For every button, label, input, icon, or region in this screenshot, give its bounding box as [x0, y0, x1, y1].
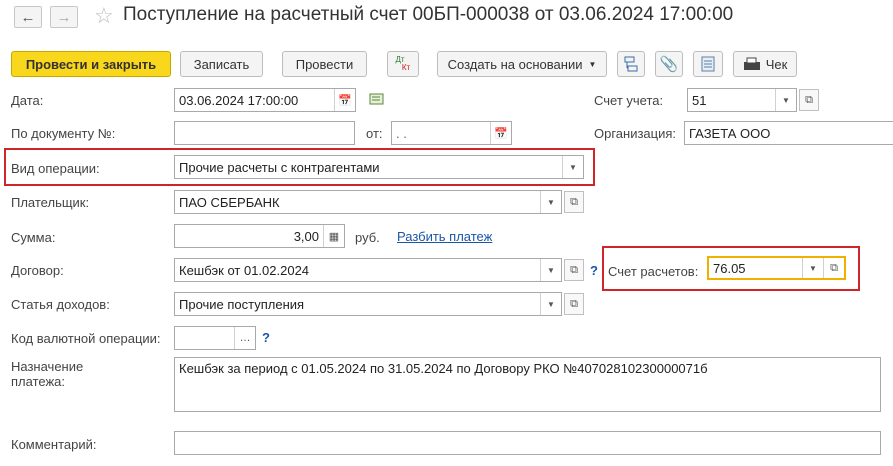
- from-date-field[interactable]: . . 📅: [391, 121, 512, 145]
- income-value: Прочие поступления: [179, 296, 305, 312]
- sum-value: 3,00: [293, 228, 319, 244]
- date-label: Дата:: [11, 93, 44, 108]
- receipt-button[interactable]: Чек: [733, 51, 797, 77]
- contract-field[interactable]: Кешбэк от 01.02.2024 ▼: [174, 258, 562, 282]
- from-label: от:: [366, 126, 383, 141]
- chevron-down-icon[interactable]: ▼: [562, 156, 583, 178]
- settlement-label: Счет расчетов:: [608, 264, 699, 279]
- paperclip-icon: 📎: [659, 56, 679, 73]
- account-label: Счет учета:: [594, 93, 664, 108]
- date-value: 03.06.2024 17:00:00: [179, 92, 299, 108]
- purpose-label-line2: платежа:: [11, 374, 65, 389]
- save-button[interactable]: Записать: [180, 51, 263, 77]
- income-label: Статья доходов:: [11, 297, 110, 312]
- cash-register-icon: [743, 57, 760, 70]
- from-date-value: . .: [396, 125, 407, 141]
- dt-kt-button[interactable]: Дт Кт: [387, 51, 419, 77]
- ellipsis-icon[interactable]: …: [234, 327, 255, 349]
- comment-field[interactable]: [174, 431, 881, 455]
- back-button[interactable]: ←: [14, 6, 42, 28]
- contract-label: Договор:: [11, 263, 64, 278]
- chevron-down-icon[interactable]: ▼: [540, 259, 561, 281]
- open-icon[interactable]: ⧉: [564, 191, 584, 213]
- sum-label: Сумма:: [11, 230, 56, 245]
- post-and-close-button[interactable]: Провести и закрыть: [11, 51, 171, 77]
- report-button[interactable]: [693, 51, 723, 77]
- chevron-down-icon[interactable]: ▼: [540, 191, 561, 213]
- sticky-note-icon[interactable]: [369, 93, 385, 110]
- payer-field[interactable]: ПАО СБЕРБАНК ▼: [174, 190, 562, 214]
- account-value: 51: [692, 92, 707, 108]
- create-based-on-button[interactable]: Создать на основании ▼: [437, 51, 607, 77]
- chevron-down-icon[interactable]: ▼: [802, 258, 823, 278]
- org-field[interactable]: ГАЗЕТА ООО: [684, 121, 893, 145]
- currency-op-label: Код валютной операции:: [11, 331, 161, 346]
- currency-label: руб.: [355, 230, 380, 245]
- receipt-label: Чек: [765, 56, 788, 72]
- document-list-icon: [701, 56, 715, 72]
- settlement-value: 76.05: [713, 260, 746, 276]
- calendar-icon[interactable]: 📅: [490, 122, 511, 144]
- open-icon[interactable]: ⧉: [564, 293, 584, 315]
- operation-value: Прочие расчеты с контрагентами: [179, 159, 380, 175]
- open-icon[interactable]: ⧉: [823, 258, 844, 278]
- attachments-button[interactable]: 📎: [655, 51, 683, 77]
- calculator-icon[interactable]: ▦: [323, 225, 344, 247]
- favorite-star-icon[interactable]: ☆: [94, 3, 114, 29]
- help-icon[interactable]: ?: [590, 263, 598, 278]
- chevron-down-icon[interactable]: ▼: [540, 293, 561, 315]
- hierarchy-icon: [624, 56, 638, 72]
- sum-field[interactable]: 3,00 ▦: [174, 224, 345, 248]
- page-title: Поступление на расчетный счет 00БП-00003…: [123, 4, 734, 25]
- open-icon[interactable]: ⧉: [564, 259, 584, 281]
- doc-no-label: По документу №:: [11, 126, 116, 141]
- post-button[interactable]: Провести: [282, 51, 367, 77]
- split-payment-link[interactable]: Разбить платеж: [397, 229, 492, 244]
- calendar-icon[interactable]: 📅: [334, 89, 355, 111]
- create-based-on-label: Создать на основании: [447, 56, 583, 72]
- purpose-label-line1: Назначение: [11, 359, 84, 374]
- operation-label: Вид операции:: [11, 161, 100, 176]
- open-icon[interactable]: ⧉: [799, 89, 819, 111]
- org-value: ГАЗЕТА ООО: [689, 125, 771, 141]
- payment-purpose-textarea[interactable]: Кешбэк за период с 01.05.2024 по 31.05.2…: [174, 357, 881, 412]
- payer-value: ПАО СБЕРБАНК: [179, 194, 280, 210]
- kt-icon: Кт: [401, 63, 411, 72]
- arrow-left-icon: ←: [20, 8, 36, 26]
- settlement-account-field[interactable]: 76.05 ▼ ⧉: [707, 256, 846, 280]
- account-field[interactable]: 51 ▼: [687, 88, 797, 112]
- chevron-down-icon[interactable]: ▼: [775, 89, 796, 111]
- structure-button[interactable]: [617, 51, 645, 77]
- org-label: Организация:: [594, 126, 677, 141]
- contract-value: Кешбэк от 01.02.2024: [179, 262, 310, 278]
- currency-op-field[interactable]: …: [174, 326, 256, 350]
- comment-label: Комментарий:: [11, 437, 97, 452]
- income-item-field[interactable]: Прочие поступления ▼: [174, 292, 562, 316]
- forward-button[interactable]: →: [50, 6, 78, 28]
- chevron-down-icon: ▼: [588, 59, 597, 69]
- date-field[interactable]: 03.06.2024 17:00:00 📅: [174, 88, 356, 112]
- arrow-right-icon: →: [56, 8, 72, 26]
- operation-type-select[interactable]: Прочие расчеты с контрагентами ▼: [174, 155, 584, 179]
- payer-label: Плательщик:: [11, 195, 90, 210]
- help-icon[interactable]: ?: [262, 330, 270, 345]
- doc-no-field[interactable]: [174, 121, 355, 145]
